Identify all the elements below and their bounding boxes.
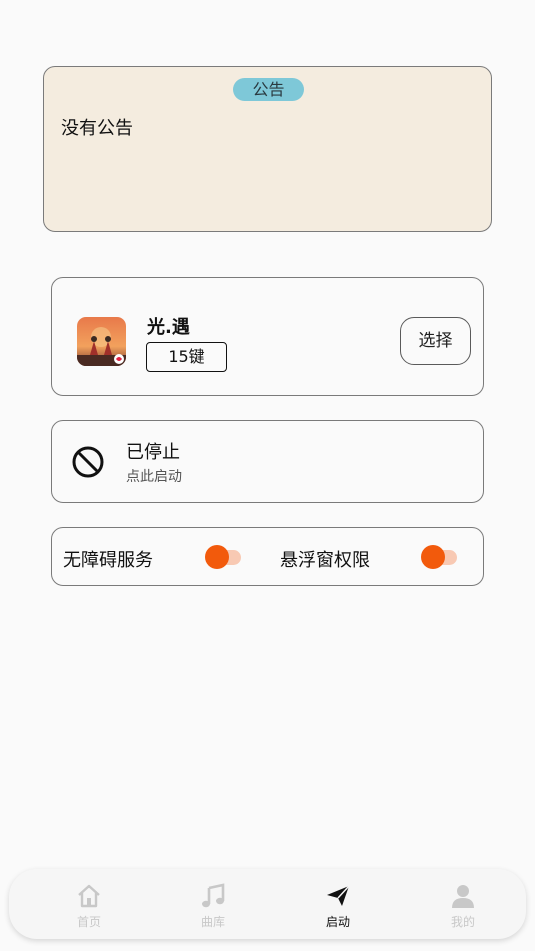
nav-mine-label: 我的: [450, 915, 475, 929]
prohibited-icon: [71, 445, 105, 479]
accessibility-service-label: 无障碍服务: [63, 550, 153, 571]
accessibility-service-toggle[interactable]: [205, 545, 243, 569]
game-card: 光.遇 15键 选择: [51, 277, 484, 396]
game-name: 光.遇: [147, 317, 190, 338]
paper-plane-icon: [327, 885, 350, 906]
overlay-permission-toggle[interactable]: [421, 545, 459, 569]
nav-mine[interactable]: 我的: [433, 883, 493, 933]
announcement-badge: 公告: [233, 78, 304, 101]
toggle-thumb: [421, 545, 445, 569]
home-icon: [78, 884, 100, 908]
nav-launch[interactable]: 启动: [308, 883, 368, 933]
status-title: 已停止: [126, 442, 180, 463]
bottom-navigation: 首页 曲库 启动 我的: [9, 869, 526, 939]
select-game-button[interactable]: 选择: [400, 317, 471, 365]
key-count-badge: 15键: [146, 342, 227, 372]
user-icon: [452, 885, 474, 908]
nav-launch-label: 启动: [325, 915, 350, 929]
toggle-thumb: [205, 545, 229, 569]
music-note-icon: [202, 883, 225, 908]
announcement-card: 公告 没有公告: [43, 66, 492, 232]
overlay-permission-label: 悬浮窗权限: [280, 550, 370, 571]
service-status-card[interactable]: 已停止 点此启动: [51, 420, 484, 503]
announcement-content: 没有公告: [61, 118, 133, 139]
nav-home-label: 首页: [76, 915, 101, 929]
permissions-card: 无障碍服务 悬浮窗权限: [51, 527, 484, 586]
nav-home[interactable]: 首页: [59, 883, 119, 933]
nav-library[interactable]: 曲库: [183, 883, 243, 933]
nav-library-label: 曲库: [200, 915, 225, 929]
game-cover-icon: [77, 317, 126, 366]
status-subtitle: 点此启动: [126, 469, 182, 485]
